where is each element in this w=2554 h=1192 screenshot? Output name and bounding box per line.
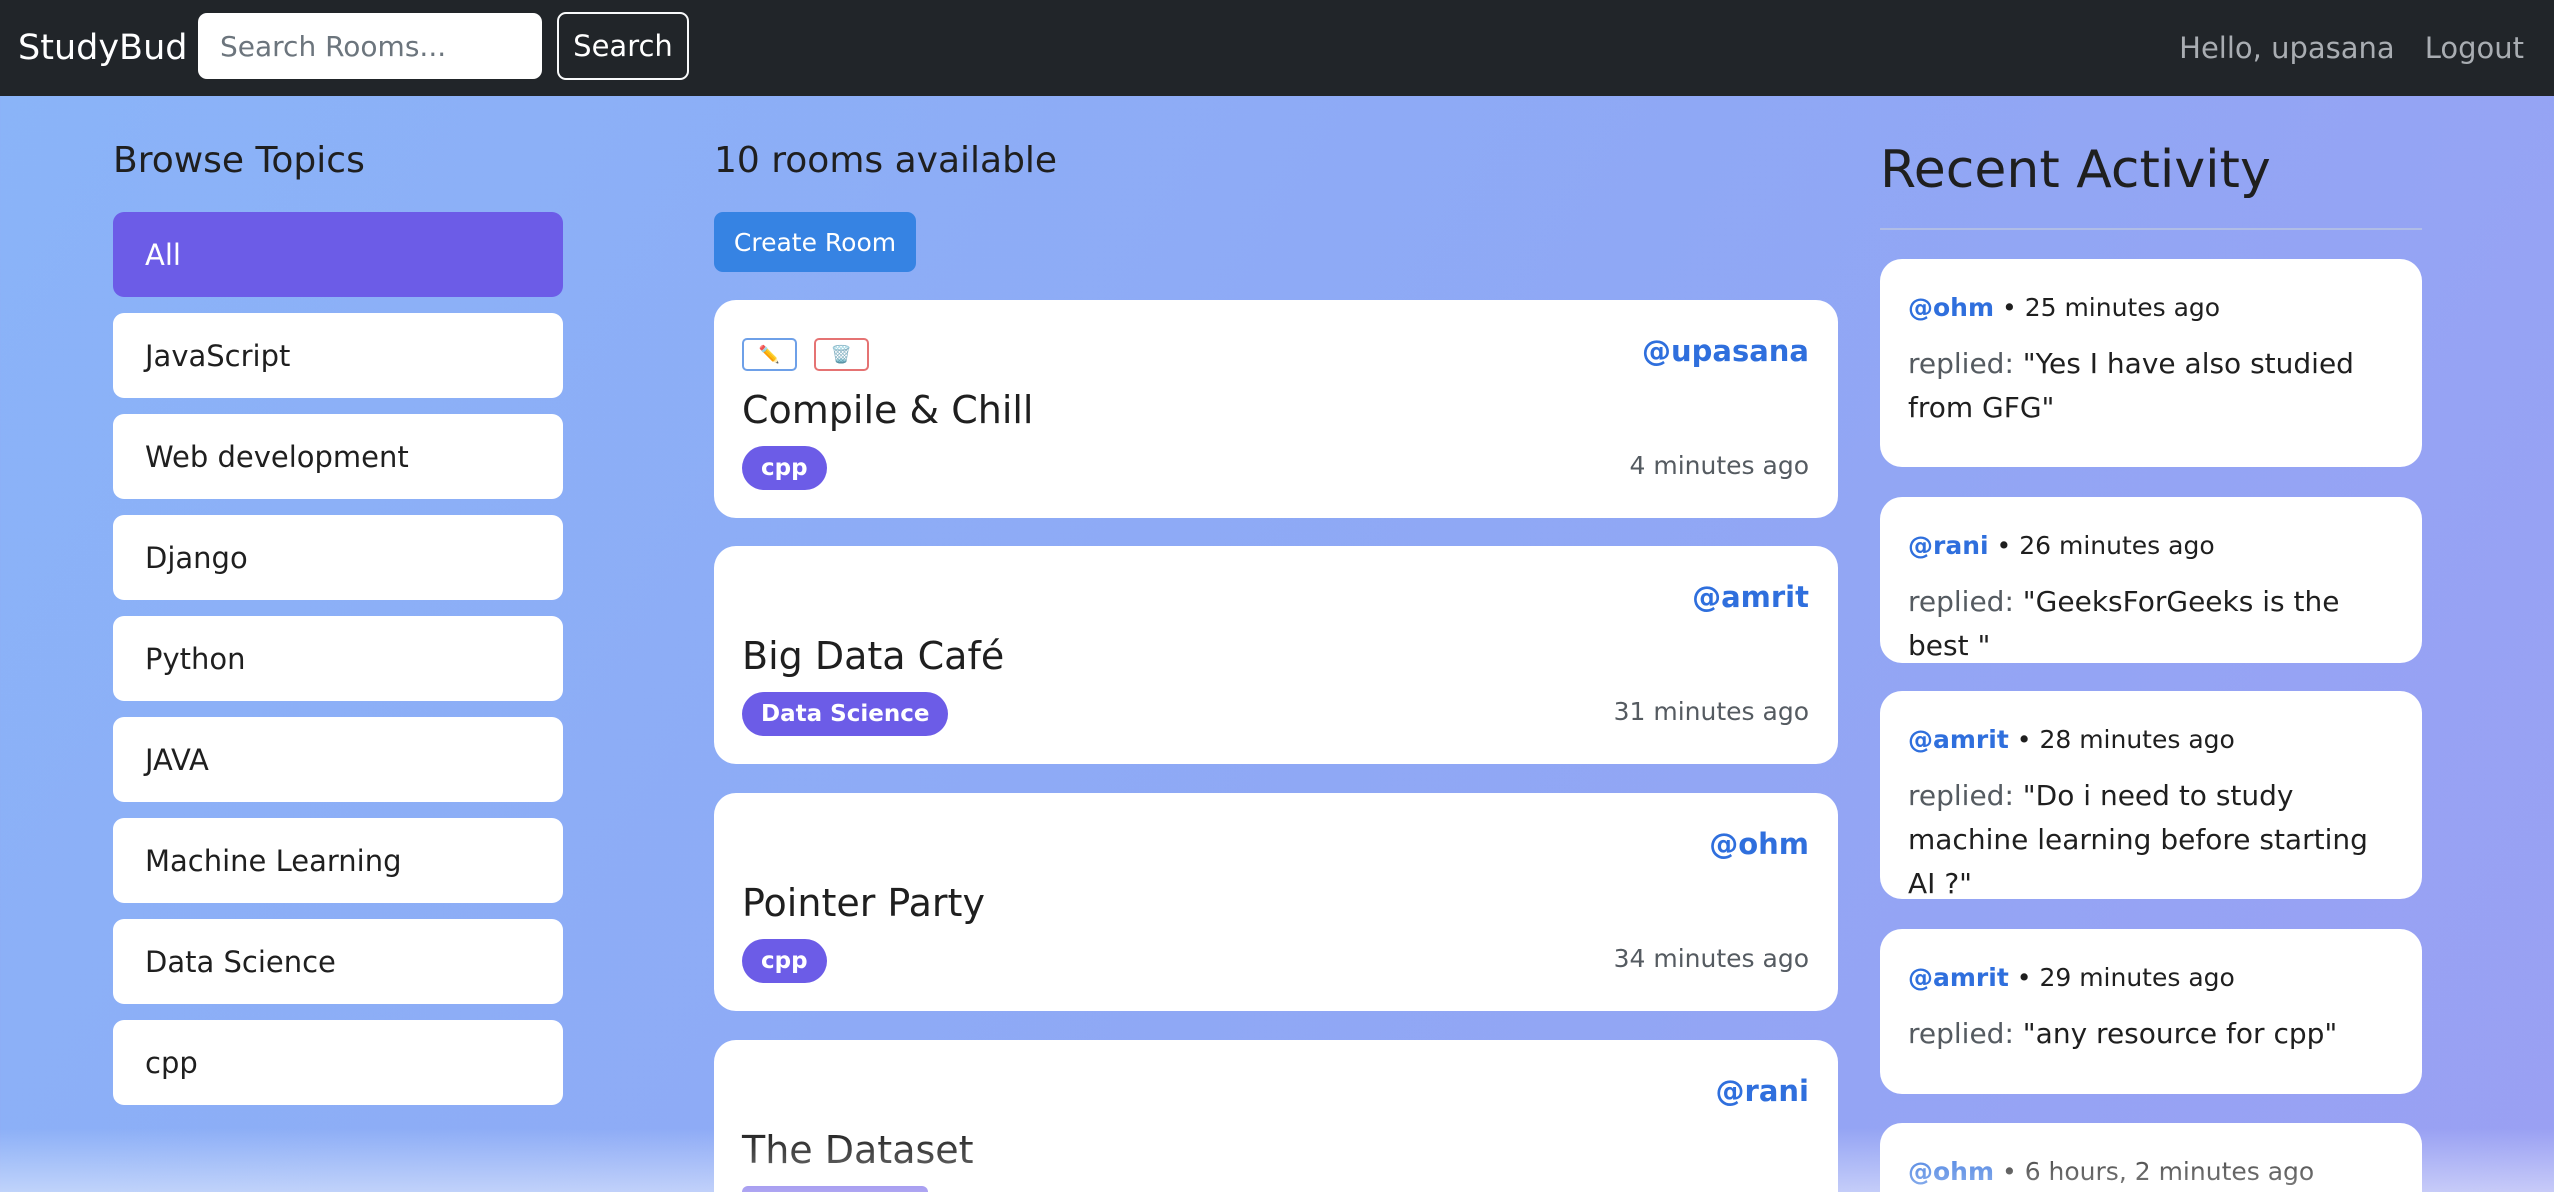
- activity-message: replied: "Do i need to study machine lea…: [1908, 774, 2394, 906]
- topic-item-web-development[interactable]: Web development: [113, 414, 563, 499]
- room-title-link[interactable]: Big Data Café: [742, 634, 1004, 678]
- trash-icon: 🗑️: [830, 344, 853, 365]
- room-host-link[interactable]: @upasana: [1642, 334, 1809, 368]
- activity-meta: @ohm • 6 hours, 2 minutes ago: [1908, 1157, 2394, 1186]
- search-input[interactable]: [198, 13, 542, 79]
- bullet-separator: •: [2016, 725, 2040, 754]
- bullet-separator: •: [2001, 1157, 2025, 1186]
- search-button[interactable]: Search: [557, 12, 689, 80]
- bullet-separator: •: [1996, 531, 2020, 560]
- activity-action-label: replied:: [1908, 779, 2014, 812]
- room-topic-badge: cpp: [742, 446, 827, 490]
- room-card[interactable]: ✏️ 🗑️ @upasana Compile & Chill cpp 4 min…: [714, 300, 1838, 518]
- room-card[interactable]: @rani The Dataset: [714, 1040, 1838, 1192]
- activity-meta: @rani • 26 minutes ago: [1908, 531, 2394, 560]
- room-host-link[interactable]: @amrit: [1692, 580, 1809, 614]
- activity-user-link[interactable]: @amrit: [1908, 725, 2009, 754]
- topic-item-data-science[interactable]: Data Science: [113, 919, 563, 1004]
- topic-item-all[interactable]: All: [113, 212, 563, 297]
- room-card[interactable]: @amrit Big Data Café Data Science 31 min…: [714, 546, 1838, 764]
- activity-user-link[interactable]: @rani: [1908, 531, 1989, 560]
- brand-logo[interactable]: StudyBud: [18, 0, 187, 96]
- activity-user-link[interactable]: @ohm: [1908, 1157, 1994, 1186]
- activity-timestamp: 29 minutes ago: [2039, 963, 2235, 992]
- activity-meta: @amrit • 28 minutes ago: [1908, 725, 2394, 754]
- greeting-text: Hello, upasana: [2179, 31, 2395, 65]
- bullet-separator: •: [2016, 963, 2040, 992]
- room-timestamp: 31 minutes ago: [1613, 697, 1809, 726]
- room-host-link[interactable]: @ohm: [1709, 827, 1809, 861]
- activity-item: @rani • 26 minutes ago replied: "GeeksFo…: [1880, 497, 2422, 663]
- topic-item-java[interactable]: JAVA: [113, 717, 563, 802]
- topic-item-javascript[interactable]: JavaScript: [113, 313, 563, 398]
- room-title-link[interactable]: Pointer Party: [742, 881, 985, 925]
- activity-message: replied: "Yes I have also studied from G…: [1908, 342, 2394, 430]
- topic-item-django[interactable]: Django: [113, 515, 563, 600]
- activity-item: @ohm • 25 minutes ago replied: "Yes I ha…: [1880, 259, 2422, 467]
- room-topic-badge: cpp: [742, 939, 827, 983]
- activity-timestamp: 28 minutes ago: [2039, 725, 2235, 754]
- activity-user-link[interactable]: @ohm: [1908, 293, 1994, 322]
- activity-text: "any resource for cpp": [2022, 1017, 2338, 1050]
- room-topic-badge: Data Science: [742, 692, 949, 736]
- activity-item: @amrit • 28 minutes ago replied: "Do i n…: [1880, 691, 2422, 900]
- topics-heading: Browse Topics: [113, 140, 365, 181]
- activity-timestamp: 25 minutes ago: [2024, 293, 2221, 322]
- activity-timestamp: 6 hours, 2 minutes ago: [2024, 1157, 2315, 1186]
- create-room-button[interactable]: Create Room: [714, 212, 916, 272]
- pencil-icon: ✏️: [758, 344, 781, 365]
- activity-message: replied: "any resource for cpp": [1908, 1012, 2394, 1056]
- activity-user-link[interactable]: @amrit: [1908, 963, 2009, 992]
- activity-action-label: replied:: [1908, 1017, 2014, 1050]
- topic-item-machine-learning[interactable]: Machine Learning: [113, 818, 563, 903]
- room-card[interactable]: @ohm Pointer Party cpp 34 minutes ago: [714, 793, 1838, 1011]
- room-title-link[interactable]: Compile & Chill: [742, 388, 1034, 432]
- navbar: StudyBud Search Hello, upasana Logout: [0, 0, 2554, 96]
- activity-action-label: replied:: [1908, 347, 2014, 380]
- room-timestamp: 34 minutes ago: [1613, 944, 1809, 973]
- room-title-link[interactable]: The Dataset: [742, 1128, 974, 1172]
- activity-meta: @ohm • 25 minutes ago: [1908, 293, 2394, 322]
- topic-item-python[interactable]: Python: [113, 616, 563, 701]
- activity-meta: @amrit • 29 minutes ago: [1908, 963, 2394, 992]
- activity-action-label: replied:: [1908, 585, 2014, 618]
- edit-room-button[interactable]: ✏️: [742, 338, 797, 371]
- room-tools: ✏️ 🗑️: [742, 338, 869, 371]
- activity-divider: [1880, 228, 2422, 230]
- activity-item: @ohm • 6 hours, 2 minutes ago: [1880, 1123, 2422, 1192]
- room-host-link[interactable]: @rani: [1716, 1074, 1809, 1108]
- activity-item: @amrit • 29 minutes ago replied: "any re…: [1880, 929, 2422, 1094]
- delete-room-button[interactable]: 🗑️: [814, 338, 869, 371]
- room-topic-badge: [742, 1186, 928, 1192]
- bullet-separator: •: [2001, 293, 2025, 322]
- room-timestamp: 4 minutes ago: [1629, 451, 1809, 480]
- user-menu: Hello, upasana Logout: [2179, 0, 2524, 96]
- activity-message: replied: "GeeksForGeeks is the best ": [1908, 580, 2394, 668]
- topic-item-cpp[interactable]: cpp: [113, 1020, 563, 1105]
- logout-link[interactable]: Logout: [2425, 31, 2524, 65]
- activity-heading: Recent Activity: [1880, 140, 2271, 200]
- activity-timestamp: 26 minutes ago: [2019, 531, 2215, 560]
- rooms-count: 10 rooms available: [714, 140, 1058, 181]
